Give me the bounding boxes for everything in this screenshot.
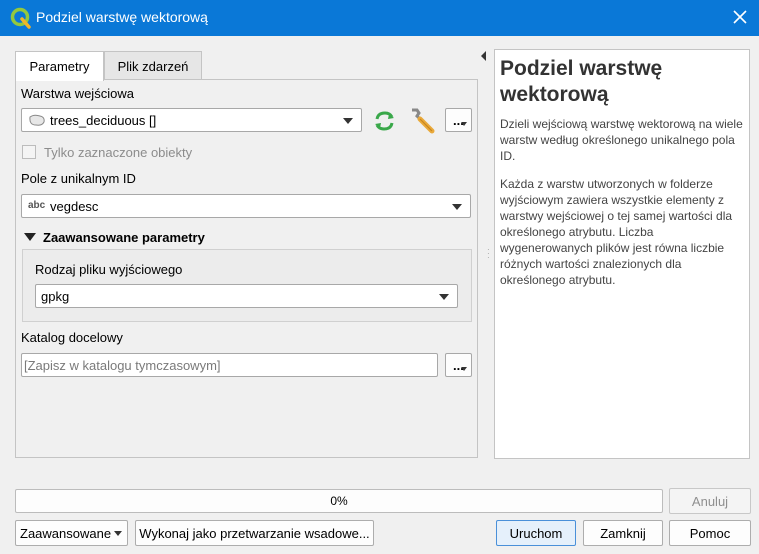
id-field-combo[interactable]: abc vegdesc	[21, 194, 471, 218]
output-type-label: Rodzaj pliku wyjściowego	[35, 262, 183, 277]
batch-process-button[interactable]: Wykonaj jako przetwarzanie wsadowe...	[135, 520, 374, 546]
chevron-down-icon	[343, 118, 353, 124]
id-field-label: Pole z unikalnym ID	[21, 171, 136, 186]
cancel-button[interactable]: Anuluj	[669, 488, 751, 514]
iterate-icon[interactable]	[372, 109, 397, 133]
window-title: Podziel warstwę wektorową	[36, 9, 208, 25]
batch-label: Wykonaj jako przetwarzanie wsadowe...	[139, 526, 370, 541]
tab-log[interactable]: Plik zdarzeń	[104, 51, 202, 80]
output-type-value: gpkg	[41, 289, 70, 304]
help-label: Pomoc	[689, 526, 731, 541]
close-icon[interactable]	[729, 6, 751, 28]
progress-bar: 0%	[15, 489, 663, 513]
run-button[interactable]: Uruchom	[496, 520, 576, 546]
close-label: Zamknij	[600, 526, 646, 541]
advanced-label: Zaawansowane	[20, 526, 112, 541]
input-layer-label: Warstwa wejściowa	[21, 86, 134, 101]
close-button[interactable]: Zamknij	[583, 520, 663, 546]
input-layer-combo[interactable]: trees_deciduous []	[21, 108, 362, 132]
wrench-icon[interactable]	[408, 107, 438, 135]
collapse-help-icon[interactable]	[481, 51, 486, 61]
output-dir-placeholder: [Zapisz w katalogu tymczasowym]	[24, 358, 221, 373]
help-paragraph-2: Każda z warstw utworzonych w folderze wy…	[500, 177, 733, 287]
input-layer-options-button[interactable]: ...	[445, 108, 472, 132]
advanced-parameters-header[interactable]: Zaawansowane parametry	[43, 230, 205, 245]
help-paragraph-1: Dzieli wejściową warstwę wektorową na wi…	[500, 117, 743, 163]
tab-log-label: Plik zdarzeń	[117, 59, 189, 74]
progress-text: 0%	[330, 494, 348, 508]
help-title: Podziel warstwę wektorową	[500, 57, 663, 106]
qgis-logo-icon	[10, 7, 31, 29]
chevron-down-icon	[439, 294, 449, 300]
splitter-handle[interactable]: · · ·	[487, 246, 490, 262]
output-type-combo[interactable]: gpkg	[35, 284, 458, 308]
text-field-icon: abc	[28, 200, 46, 211]
id-field-value: vegdesc	[50, 199, 99, 214]
output-dir-browse-button[interactable]: ...	[445, 353, 472, 377]
output-dir-input[interactable]: [Zapisz w katalogu tymczasowym]	[21, 353, 438, 377]
chevron-down-icon	[114, 531, 122, 536]
selected-only-checkbox[interactable]	[22, 145, 36, 159]
help-button[interactable]: Pomoc	[669, 520, 751, 546]
title-bar: Podziel warstwę wektorową	[0, 0, 759, 36]
polygon-layer-icon	[29, 114, 45, 126]
tab-parameters-label: Parametry	[29, 59, 90, 74]
cancel-label: Anuluj	[691, 494, 729, 509]
selected-only-label: Tylko zaznaczone obiekty	[44, 145, 193, 160]
output-dir-label: Katalog docelowy	[21, 330, 123, 345]
collapse-triangle-icon[interactable]	[24, 233, 36, 241]
help-panel: Podziel warstwę wektorową Dzieli wejścio…	[494, 49, 750, 459]
advanced-dropdown-button[interactable]: Zaawansowane	[15, 520, 128, 546]
dropdown-arrow-icon	[461, 122, 467, 126]
run-label: Uruchom	[509, 526, 563, 541]
dropdown-arrow-icon	[461, 367, 467, 371]
chevron-down-icon	[452, 204, 462, 210]
tab-parameters[interactable]: Parametry	[15, 51, 104, 81]
input-layer-value: trees_deciduous []	[50, 113, 157, 128]
